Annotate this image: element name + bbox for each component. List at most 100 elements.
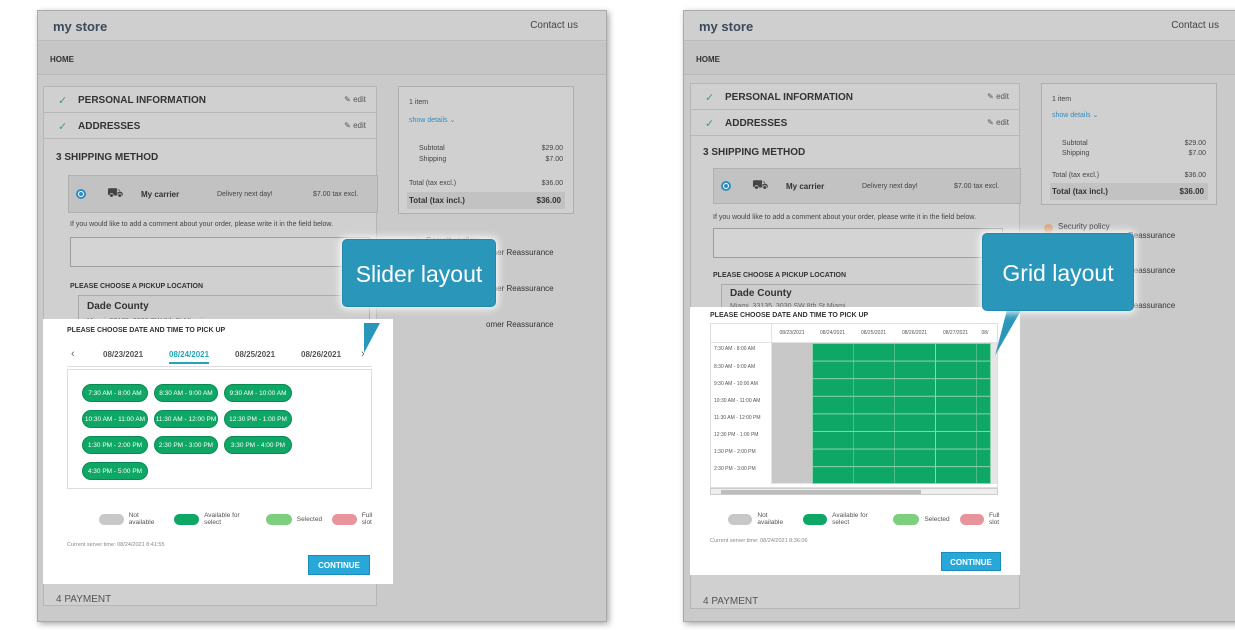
edit-link[interactable]: ✎ edit [344, 121, 366, 130]
reassurance-item: omer Reassurance [486, 320, 554, 329]
total-excl-label: Total (tax excl.) [409, 180, 457, 187]
subtotal-value: $29.00 [1184, 140, 1206, 147]
legend-not-available: Not available [99, 512, 164, 526]
total-excl-row: Total (tax excl.) $36.00 [409, 180, 563, 187]
date-tabs: ‹ 08/23/2021 08/24/2021 08/25/2021 08/26… [67, 345, 372, 367]
grid-date-header: 08/25/2021 [860, 330, 887, 336]
carrier-option[interactable]: ⛟ My carrier Delivery next day! $7.00 ta… [713, 168, 1021, 204]
scrollbar-thumb[interactable] [721, 490, 921, 494]
continue-button[interactable]: CONTINUE [308, 555, 370, 575]
grid-time-label: 12:30 PM - 1:00 PM [714, 432, 759, 438]
time-slot[interactable]: 4:30 PM - 5:00 PM [82, 462, 148, 480]
carrier-price: $7.00 tax excl. [954, 183, 1000, 190]
step-addresses[interactable]: ✓ ADDRESSES ✎ edit [44, 113, 376, 139]
store-logo[interactable]: my store [53, 19, 107, 34]
total-incl-value: $36.00 [536, 196, 561, 205]
prev-arrow-icon[interactable]: ‹ [71, 348, 75, 360]
cart-summary: 1 item show details ⌄ Subtotal $29.00 Shi… [398, 86, 574, 214]
carrier-radio[interactable] [721, 181, 731, 191]
shield-icon [1044, 224, 1053, 233]
time-slot[interactable]: 3:30 PM - 4:00 PM [224, 436, 292, 454]
contact-link[interactable]: Contact us [1171, 20, 1219, 31]
grid-column-not-available [772, 343, 812, 484]
continue-button[interactable]: CONTINUE [941, 552, 1001, 571]
time-slot[interactable]: 9:30 AM - 10:00 AM [224, 384, 292, 402]
grid-time-label: 1:30 PM - 2:00 PM [714, 449, 756, 455]
carrier-option[interactable]: ⛟ My carrier Delivery next day! $7.00 ta… [68, 175, 378, 213]
grid-available-slots[interactable] [812, 343, 991, 484]
pickup-heading: PLEASE CHOOSE A PICKUP LOCATION [713, 272, 847, 279]
breadcrumb: HOME [38, 42, 606, 75]
date-tab[interactable]: 08/25/2021 [235, 350, 275, 359]
date-tab[interactable]: 08/23/2021 [103, 350, 143, 359]
edit-link[interactable]: ✎ edit [987, 118, 1009, 127]
show-details-link[interactable]: show details ⌄ [409, 116, 455, 124]
reassurance-item: Reassurance [1128, 231, 1176, 240]
time-slot[interactable]: 12:30 PM - 1:00 PM [224, 410, 292, 428]
show-details-link[interactable]: show details ⌄ [1052, 111, 1098, 119]
chevron-down-icon: ⌄ [449, 117, 456, 124]
total-incl-label: Total (tax incl.) [409, 196, 465, 205]
shipping-value: $7.00 [1188, 150, 1206, 157]
legend-swatch [802, 513, 828, 525]
comment-textarea[interactable] [70, 237, 370, 267]
carrier-radio[interactable] [76, 189, 86, 199]
pickup-name: Dade County [730, 288, 792, 299]
step-personal-information[interactable]: ✓ PERSONAL INFORMATION ✎ edit [44, 87, 376, 113]
contact-link[interactable]: Contact us [530, 20, 578, 31]
legend-label: Not available [757, 512, 784, 526]
check-icon: ✓ [58, 121, 68, 133]
comment-instructions: If you would like to add a comment about… [70, 221, 334, 228]
legend-selected: Selected [265, 513, 322, 525]
shipping-label: Shipping [419, 156, 447, 163]
edit-link[interactable]: ✎ edit [987, 92, 1009, 101]
reassurance-item: Reassurance [1128, 266, 1176, 275]
show-details-label: show details [1052, 112, 1091, 119]
date-tab[interactable]: 08/26/2021 [301, 350, 341, 359]
time-slot[interactable]: 8:30 AM - 9:00 AM [154, 384, 218, 402]
time-slot[interactable]: 11:30 AM - 12:00 PM [154, 410, 218, 428]
comment-instructions: If you would like to add a comment about… [713, 214, 977, 221]
date-tab-active[interactable]: 08/24/2021 [169, 350, 210, 364]
carrier-name: My carrier [786, 182, 825, 191]
carrier-delay: Delivery next day! [217, 191, 273, 198]
carrier-delay: Delivery next day! [862, 183, 918, 190]
edit-link[interactable]: ✎ edit [344, 95, 366, 104]
datetime-picker-grid: PLEASE CHOOSE DATE AND TIME TO PICK UP 0… [690, 307, 1020, 575]
total-excl-row: Total (tax excl.) $36.00 [1052, 172, 1206, 179]
legend-label: Full slot [361, 512, 373, 526]
breadcrumb-home[interactable]: HOME [50, 55, 74, 64]
pickup-name: Dade County [87, 301, 149, 312]
comment-textarea[interactable] [713, 228, 1003, 258]
legend-available: Available for select [174, 512, 255, 526]
step-addresses[interactable]: ✓ ADDRESSES ✎ edit [691, 110, 1019, 136]
time-slot[interactable]: 10:30 AM - 11:00 AM [82, 410, 148, 428]
horizontal-scrollbar[interactable] [710, 488, 998, 495]
slot-legend: Not available Available for select Selec… [99, 512, 393, 526]
step-payment[interactable]: 4 PAYMENT [56, 594, 111, 605]
legend-label: Not available [128, 512, 155, 526]
time-slot[interactable]: 7:30 AM - 8:00 AM [82, 384, 148, 402]
grid-layout-screenshot: my store Contact us HOME ✓ PERSONAL INFO… [683, 10, 1235, 622]
vertical-scrollbar[interactable] [991, 343, 997, 484]
reassurance-item: omer Reassurance [486, 284, 554, 293]
grid-date-header: 08/24/2021 [819, 330, 846, 336]
step-personal-information[interactable]: ✓ PERSONAL INFORMATION ✎ edit [691, 84, 1019, 110]
legend-available: Available for select [802, 512, 884, 526]
total-excl-value: $36.00 [1184, 172, 1206, 179]
time-slot[interactable]: 1:30 PM - 2:00 PM [82, 436, 148, 454]
grid-time-label: 8:30 AM - 9:00 AM [714, 364, 756, 370]
grid-layout-callout: Grid layout [982, 233, 1134, 311]
subtotal-row: Subtotal $29.00 [409, 145, 563, 152]
time-slot[interactable]: 2:30 PM - 3:00 PM [154, 436, 218, 454]
breadcrumb-home[interactable]: HOME [696, 55, 720, 64]
total-incl-row: Total (tax incl.) $36.00 [407, 192, 565, 209]
reassurance-item: Reassurance [1128, 301, 1176, 310]
step-payment[interactable]: 4 PAYMENT [703, 596, 758, 607]
truck-icon: ⛟ [752, 177, 769, 192]
legend-swatch [265, 513, 292, 525]
legend-label: Full slot [988, 512, 1000, 526]
legend-swatch [893, 513, 920, 525]
store-logo[interactable]: my store [699, 19, 753, 34]
slot-legend: Not available Available for select Selec… [728, 512, 1020, 526]
